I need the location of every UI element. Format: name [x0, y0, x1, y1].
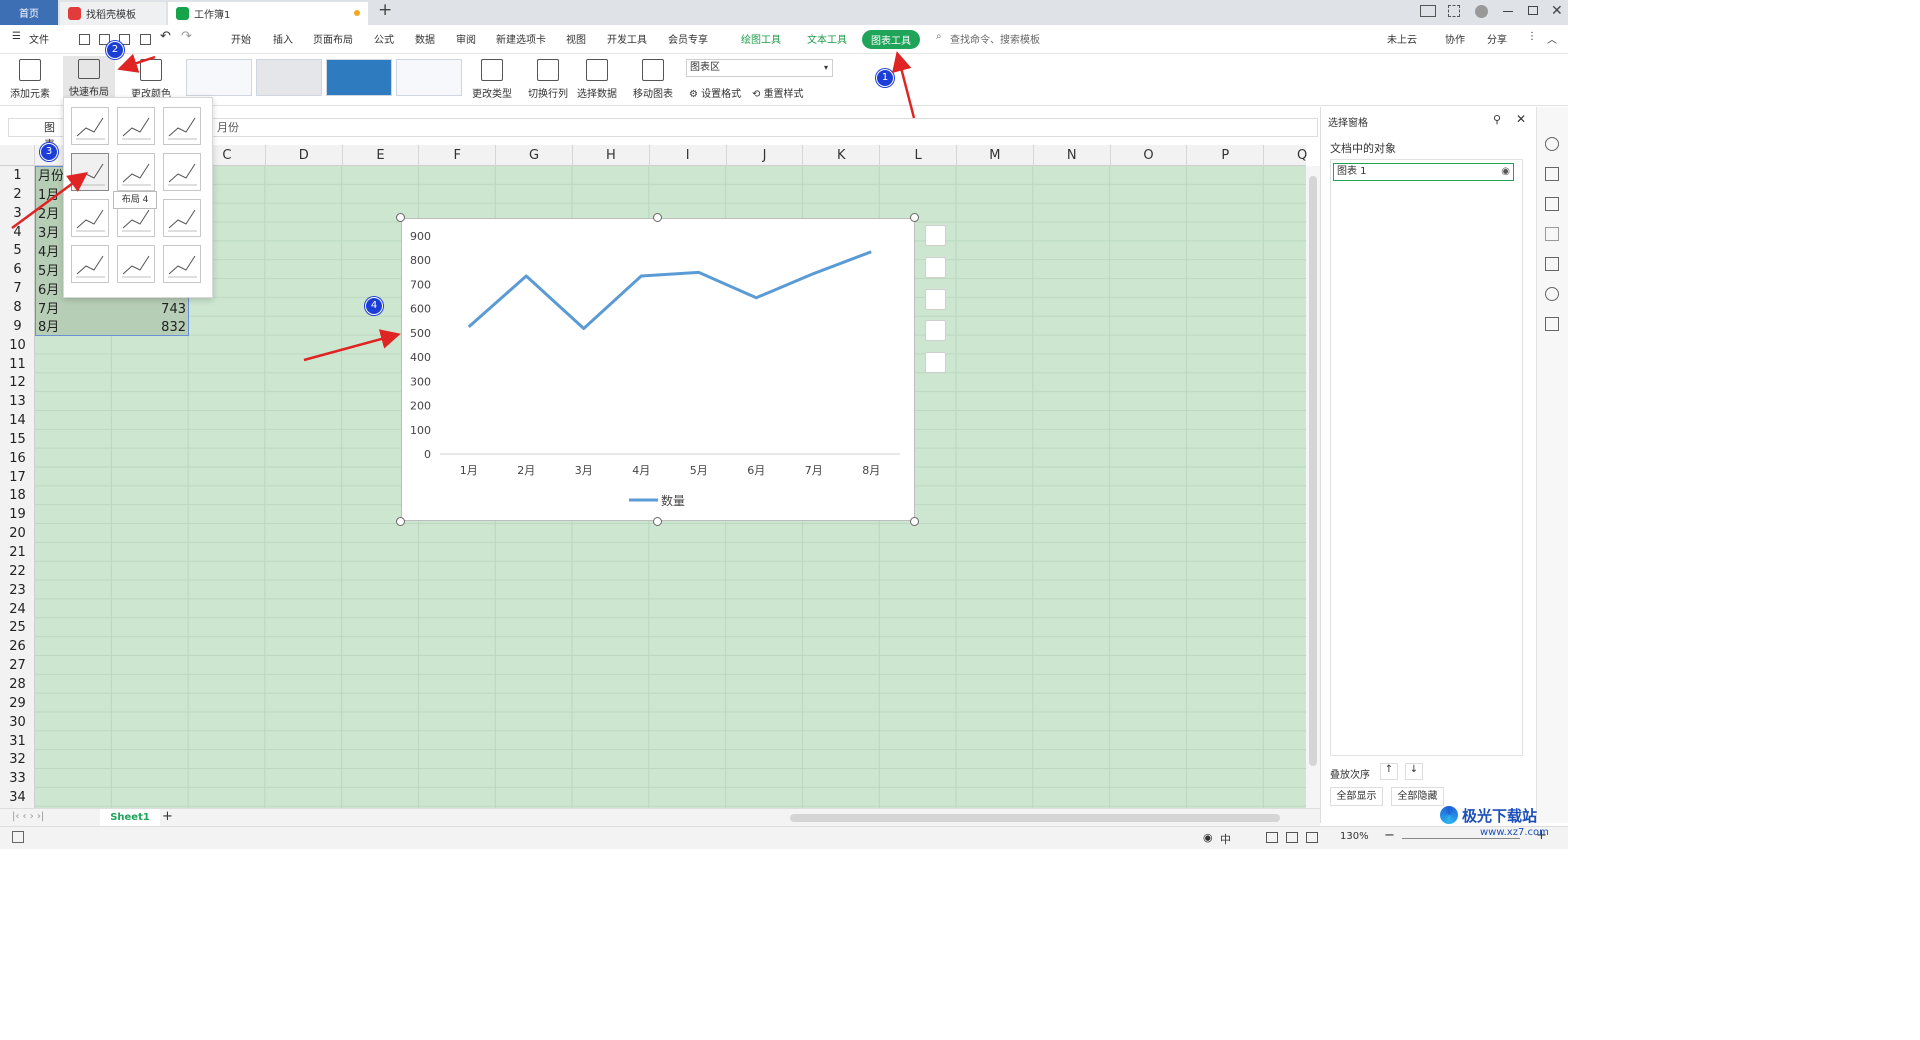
objects-list: 图表 1 ◉ [1330, 159, 1523, 756]
pane-close-icon[interactable]: ✕ [1516, 112, 1526, 126]
right-tool-strip [1536, 107, 1568, 823]
book-icon[interactable] [1545, 317, 1559, 331]
page-layout-view-icon[interactable] [1286, 832, 1298, 843]
horizontal-scroll-thumb[interactable] [790, 814, 1280, 822]
object-chart-1[interactable]: 图表 1 ◉ [1333, 163, 1514, 181]
watermark-url: www.xz7.com [1480, 827, 1549, 838]
arrow-to-quick-layout [117, 53, 156, 73]
bring-forward-icon[interactable]: ↑ [1380, 763, 1398, 780]
watermark-text: 极光下载站 [1462, 807, 1538, 825]
macro-icon[interactable] [12, 831, 24, 843]
show-all-button[interactable]: 全部显示 [1330, 787, 1383, 806]
stack-order-label: 叠放次序 [1330, 770, 1370, 781]
location-icon[interactable] [1545, 287, 1559, 301]
hide-all-button[interactable]: 全部隐藏 [1391, 787, 1444, 806]
export-side-icon[interactable] [1545, 227, 1559, 241]
pin-icon[interactable]: ⚲ [1493, 113, 1501, 126]
vertical-scroll-thumb[interactable] [1309, 176, 1317, 766]
object-chart-1-label: 图表 1 [1337, 166, 1367, 177]
zoom-level[interactable]: 130% [1340, 831, 1369, 842]
image-icon[interactable] [1545, 257, 1559, 271]
watermark-logo-icon [1440, 806, 1458, 824]
normal-view-icon[interactable] [1266, 832, 1278, 843]
sheet-nav-icons[interactable]: |‹ ‹ › ›| [12, 811, 44, 822]
rocket-icon[interactable] [1545, 137, 1559, 151]
page-break-view-icon[interactable] [1306, 832, 1318, 843]
arrow-to-chart [303, 329, 401, 362]
sheet-tab-bar: |‹ ‹ › ›| Sheet1 + [0, 808, 1320, 826]
sheet-tab-sheet1[interactable]: Sheet1 [100, 809, 160, 826]
send-backward-icon[interactable]: ↓ [1405, 763, 1423, 780]
status-bar: ◉ 中 130% − + [0, 826, 1568, 849]
objects-heading: 文档中的对象 [1330, 142, 1396, 155]
arrow-to-chart-tools [892, 51, 916, 119]
arrow-to-layout-4 [11, 172, 89, 230]
zoom-out-icon[interactable]: − [1384, 828, 1395, 843]
eye-icon[interactable]: ◉ [1501, 164, 1510, 180]
sliders-icon[interactable] [1545, 197, 1559, 211]
selection-pane-title: 选择窗格 [1328, 118, 1368, 129]
add-sheet-button[interactable]: + [162, 809, 173, 824]
input-method[interactable]: 中 [1220, 831, 1231, 847]
pointer-icon[interactable] [1545, 167, 1559, 181]
zoom-slider[interactable] [1402, 838, 1520, 839]
eye-protect-icon[interactable]: ◉ [1203, 831, 1213, 844]
selection-pane: 选择窗格 ⚲ ✕ 文档中的对象 图表 1 ◉ 叠放次序 ↑ ↓ 全部显示 全部隐藏 [1320, 107, 1536, 823]
vertical-scrollbar[interactable] [1306, 166, 1320, 808]
